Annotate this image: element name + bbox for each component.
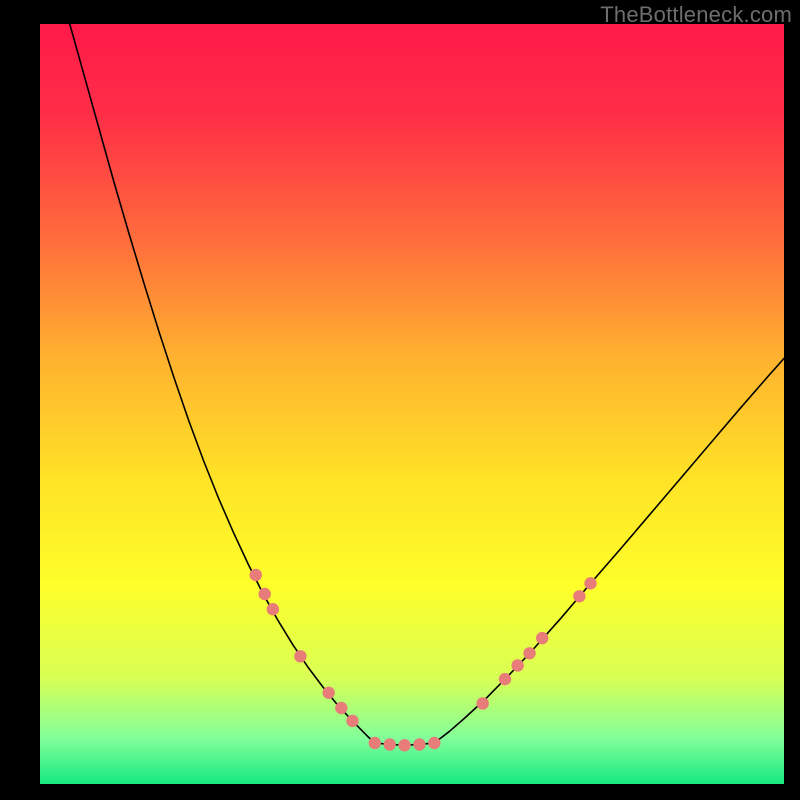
marker-dot xyxy=(250,569,262,581)
marker-dot xyxy=(476,697,488,709)
marker-dot xyxy=(267,603,279,615)
marker-dot xyxy=(258,588,270,600)
marker-dot xyxy=(573,590,585,602)
marker-dot xyxy=(523,647,535,659)
marker-dot xyxy=(584,577,596,589)
marker-dot xyxy=(499,673,511,685)
marker-dot xyxy=(511,659,523,671)
marker-dot xyxy=(428,737,440,749)
watermark-text: TheBottleneck.com xyxy=(600,2,792,28)
marker-dot xyxy=(369,737,381,749)
chart-plot xyxy=(40,24,784,784)
marker-dot xyxy=(322,687,334,699)
marker-dot xyxy=(536,632,548,644)
marker-dot xyxy=(294,650,306,662)
marker-dot xyxy=(335,702,347,714)
chart-background xyxy=(40,24,784,784)
marker-dot xyxy=(413,738,425,750)
marker-dot xyxy=(383,738,395,750)
marker-dot xyxy=(346,715,358,727)
marker-dot xyxy=(398,739,410,751)
chart-frame: TheBottleneck.com xyxy=(0,0,800,800)
